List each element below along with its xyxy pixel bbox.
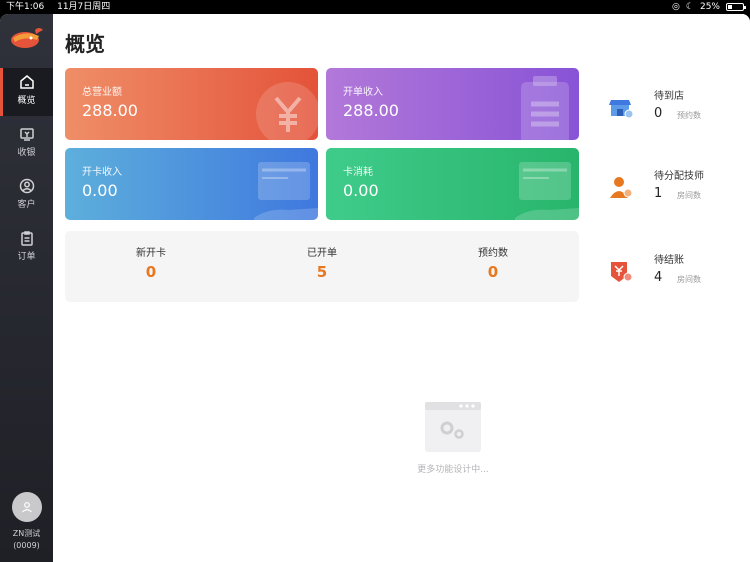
technician-icon bbox=[610, 177, 633, 198]
card-icon bbox=[254, 162, 318, 220]
card-icon bbox=[515, 162, 579, 220]
sidebar-item-label: 客户 bbox=[17, 200, 36, 210]
clipboard-list-icon bbox=[521, 76, 569, 140]
battery-icon bbox=[726, 3, 746, 11]
card-value: 288.00 bbox=[82, 101, 138, 120]
status-bar: 下午1:06 11月7日周四 ◎ ☾ 25% bbox=[0, 0, 750, 14]
status-time: 下午1:06 bbox=[6, 2, 45, 12]
card-value: 288.00 bbox=[343, 101, 399, 120]
avatar[interactable] bbox=[11, 492, 42, 522]
pending-value: 1 bbox=[654, 186, 663, 201]
main-content: 概览 总营业额 288.00 开单收入 288.00 开卡收入 0.00 卡消耗… bbox=[53, 14, 750, 562]
stat-label: 预约数 bbox=[478, 248, 508, 259]
stat-label: 已开单 bbox=[307, 248, 337, 259]
pending-value: 0 bbox=[654, 106, 663, 121]
user-profile[interactable]: ZN测试 (0009) bbox=[0, 492, 53, 550]
sidebar: 概览 收银 客户 订单 ZN测试 (0009) bbox=[0, 14, 53, 562]
signal-icon: ◎ bbox=[672, 2, 680, 12]
card-order-income[interactable]: 开单收入 288.00 bbox=[326, 68, 579, 140]
sidebar-item-customer[interactable]: 客户 bbox=[0, 172, 53, 220]
sidebar-item-cashier[interactable]: 收银 bbox=[0, 120, 53, 168]
stat-value: 0 bbox=[145, 263, 157, 281]
pending-label: 待结账 bbox=[654, 255, 684, 266]
sidebar-item-label: 概览 bbox=[17, 96, 36, 106]
clipboard-icon bbox=[20, 231, 33, 246]
stat-value: 0 bbox=[487, 263, 499, 281]
card-card-consumption[interactable]: 卡消耗 0.00 bbox=[326, 148, 579, 220]
yen-icon bbox=[256, 82, 318, 140]
stats-panel: 新开卡 0 已开单 5 预约数 0 bbox=[65, 231, 579, 302]
moon-icon: ☾ bbox=[685, 2, 694, 12]
page-title: 概览 bbox=[65, 32, 105, 56]
user-icon bbox=[21, 502, 32, 513]
empty-placeholder: 更多功能设计中... bbox=[353, 402, 553, 475]
stat-new-cards[interactable]: 新开卡 0 bbox=[91, 244, 211, 281]
app-window: 概览 收银 客户 订单 ZN测试 (0009) 概览 总营业额 288.00 开… bbox=[0, 14, 750, 562]
card-value: 0.00 bbox=[343, 181, 379, 200]
pending-unit: 房间数 bbox=[677, 191, 701, 200]
status-date: 11月7日周四 bbox=[57, 2, 111, 12]
pending-label: 待分配技师 bbox=[654, 171, 704, 182]
window-gear-icon bbox=[425, 402, 481, 452]
user-code: (0009) bbox=[13, 541, 40, 550]
cash-register-icon bbox=[19, 128, 34, 141]
sidebar-item-overview[interactable]: 概览 bbox=[0, 68, 53, 116]
pending-unit: 房间数 bbox=[677, 275, 701, 284]
logo-icon bbox=[11, 28, 43, 48]
user-circle-icon bbox=[19, 178, 34, 194]
bill-icon bbox=[611, 262, 633, 282]
pending-value: 4 bbox=[654, 270, 663, 285]
pending-unit: 预约数 bbox=[677, 111, 701, 120]
card-card-income[interactable]: 开卡收入 0.00 bbox=[65, 148, 318, 220]
store-icon bbox=[609, 100, 634, 119]
sidebar-item-label: 订单 bbox=[17, 252, 36, 262]
stat-reservations[interactable]: 预约数 0 bbox=[433, 244, 553, 281]
home-icon bbox=[19, 75, 34, 89]
user-name: ZN测试 bbox=[12, 529, 41, 538]
empty-text: 更多功能设计中... bbox=[417, 465, 489, 475]
stat-orders-opened[interactable]: 已开单 5 bbox=[262, 244, 382, 281]
card-label: 开单收入 bbox=[343, 87, 383, 98]
pending-arrival[interactable]: 待到店 0 预约数 bbox=[608, 84, 738, 134]
sidebar-item-orders[interactable]: 订单 bbox=[0, 224, 53, 272]
pending-label: 待到店 bbox=[654, 91, 684, 102]
pending-technician[interactable]: 待分配技师 1 房间数 bbox=[608, 164, 738, 214]
card-label: 开卡收入 bbox=[82, 167, 122, 178]
card-label: 卡消耗 bbox=[343, 167, 373, 178]
pending-checkout[interactable]: 待结账 4 房间数 bbox=[608, 248, 738, 298]
stat-value: 5 bbox=[316, 263, 328, 281]
sidebar-item-label: 收银 bbox=[17, 148, 36, 158]
battery-percent: 25% bbox=[699, 2, 720, 12]
card-total-revenue[interactable]: 总营业额 288.00 bbox=[65, 68, 318, 140]
card-label: 总营业额 bbox=[82, 87, 122, 98]
card-value: 0.00 bbox=[82, 181, 118, 200]
stat-label: 新开卡 bbox=[136, 248, 166, 259]
